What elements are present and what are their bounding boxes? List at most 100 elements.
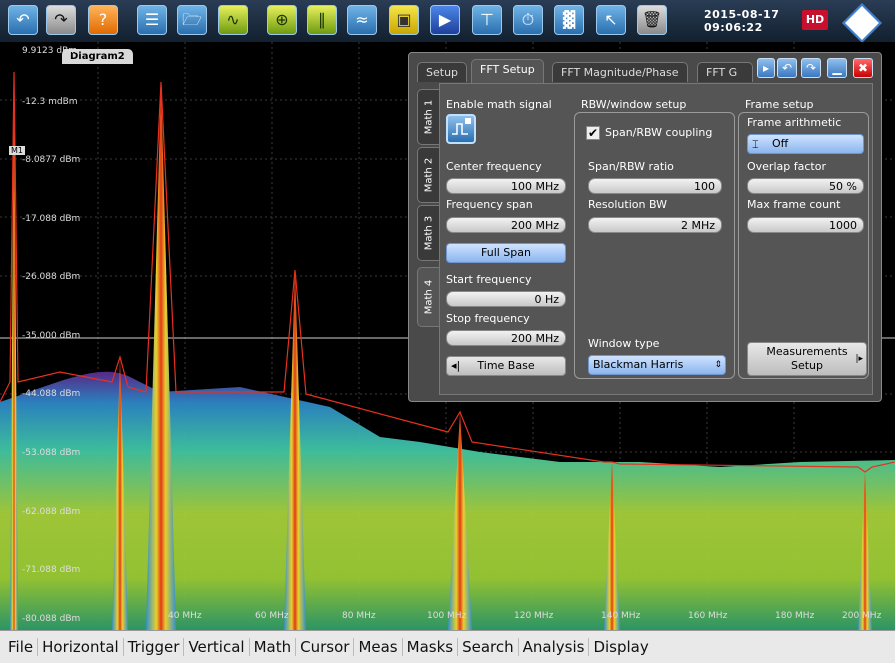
measure-button[interactable]: ▣ (389, 5, 419, 35)
rohde-schwarz-logo (842, 3, 882, 43)
minimize-button[interactable]: ▁ (827, 58, 847, 78)
menu-math[interactable]: Math (250, 638, 297, 656)
fft-button[interactable]: ▓ (554, 5, 584, 35)
resolution-bw-label: Resolution BW (588, 198, 668, 211)
max-frame-count-field[interactable]: 1000 (747, 217, 864, 233)
enable-math-label: Enable math signal (446, 98, 552, 111)
play-icon: ▶ (438, 10, 452, 29)
y-tick-label: -53.088 dBm (22, 448, 81, 458)
tab-fft-gating[interactable]: FFT G (697, 62, 753, 82)
help-button[interactable]: ? (88, 5, 118, 35)
start-frequency-label: Start frequency (446, 273, 532, 286)
play-button[interactable]: ▶ (430, 5, 460, 35)
dialog-redo-button[interactable]: ↷ (801, 58, 821, 78)
marker-m1[interactable]: M1 (9, 146, 25, 155)
waveform-button[interactable]: ∿ (218, 5, 248, 35)
frame-arithmetic-select[interactable]: ⌶ Off (747, 134, 864, 154)
center-frequency-label: Center frequency (446, 160, 542, 173)
y-tick-label: -17.088 dBm (22, 214, 81, 224)
tab-setup[interactable]: Setup (417, 62, 468, 82)
measurements-setup-button[interactable]: Measurements Setup |▸ (747, 342, 867, 376)
enable-math-toggle[interactable] (446, 114, 476, 144)
stop-frequency-field[interactable]: 200 MHz (446, 330, 566, 346)
y-tick-label: -62.088 dBm (22, 507, 81, 517)
y-tick-label: -26.088 dBm (22, 272, 81, 282)
window-type-value: Blackman Harris (593, 358, 684, 371)
frame-arithmetic-icon: ⌶ (752, 138, 759, 151)
time-base-label: Time Base (477, 359, 535, 372)
marker-button[interactable]: ⊤ (472, 5, 502, 35)
delete-button[interactable]: 🗑 (637, 5, 667, 35)
tab-scroll-button[interactable]: ▸ (757, 58, 775, 78)
waveform-icon: ∿ (226, 10, 240, 29)
zoom-button[interactable]: ⊕ (267, 5, 297, 35)
math-waveform-button[interactable]: ≈ (347, 5, 377, 35)
frequency-span-label: Frequency span (446, 198, 533, 211)
redo-button[interactable]: ↷ (46, 5, 76, 35)
list-icon: ☰ (144, 10, 160, 29)
menu-file[interactable]: File (4, 638, 39, 656)
math-tab-label: Math 2 (423, 157, 434, 193)
close-button[interactable]: ✖ (853, 58, 873, 78)
window-type-select[interactable]: Blackman Harris ⇕ (588, 355, 726, 375)
stop-frequency-label: Stop frequency (446, 312, 530, 325)
menu-cursor[interactable]: Cursor (296, 638, 355, 656)
menu-display[interactable]: Display (589, 638, 652, 656)
start-frequency-field[interactable]: 0 Hz (446, 291, 566, 307)
tab-math-2[interactable]: Math 2 (417, 147, 439, 203)
tab-fft-magnitude-phase[interactable]: FFT Magnitude/Phase (552, 62, 688, 82)
datetime: 2015-08-17 09:06:22 (704, 8, 779, 34)
span-rbw-coupling-checkbox[interactable]: ✔ (586, 126, 600, 140)
x-tick-label: 60 MHz (255, 611, 289, 621)
timer-button[interactable]: ⏱ (513, 5, 543, 35)
toolbar: ↶ ↷ ? ☰ 🗁 ∿ ⊕ ∥ ≈ ▣ ▶ ⊤ ⏱ ▓ ↖ 🗑 2015-08-… (0, 0, 895, 43)
span-rbw-ratio-label: Span/RBW ratio (588, 160, 674, 173)
y-tick-label: -80.088 dBm (22, 614, 81, 624)
y-tick-label: -44.088 dBm (22, 389, 81, 399)
center-frequency-field[interactable]: 100 MHz (446, 178, 566, 194)
y-tick-label: -12.3 mdBm (22, 97, 78, 107)
redo-icon: ↷ (805, 61, 817, 75)
y-tick-label: -8.0877 dBm (22, 155, 81, 165)
time-text: 09:06:22 (704, 21, 763, 34)
x-tick-label: 80 MHz (342, 611, 376, 621)
hd-badge: HD (802, 10, 828, 30)
menu-meas[interactable]: Meas (354, 638, 403, 656)
setup-list-button[interactable]: ☰ (137, 5, 167, 35)
x-tick-label: 40 MHz (168, 611, 202, 621)
arrow-left-icon: ◂| (451, 359, 461, 372)
undo-button[interactable]: ↶ (8, 5, 38, 35)
full-span-button[interactable]: Full Span (446, 243, 566, 263)
menu-horizontal[interactable]: Horizontal (38, 638, 124, 656)
cursor-tool-button[interactable]: ∥ (307, 5, 337, 35)
minimize-icon: ▁ (832, 61, 842, 75)
tab-math-1[interactable]: Math 1 (417, 89, 439, 145)
undo-icon: ↶ (781, 61, 793, 75)
tab-math-3[interactable]: Math 3 (417, 205, 439, 261)
pointer-button[interactable]: ↖ (596, 5, 626, 35)
open-folder-button[interactable]: 🗁 (177, 5, 207, 35)
trash-icon: 🗑 (641, 10, 663, 29)
menu-trigger[interactable]: Trigger (124, 638, 185, 656)
help-icon: ? (98, 10, 108, 29)
tab-fft-setup[interactable]: FFT Setup (471, 59, 544, 83)
resolution-bw-field[interactable]: 2 MHz (588, 217, 722, 233)
overlap-factor-label: Overlap factor (747, 160, 826, 173)
menu-vertical[interactable]: Vertical (184, 638, 250, 656)
frequency-span-field[interactable]: 200 MHz (446, 217, 566, 233)
time-base-button[interactable]: ◂| Time Base (446, 356, 566, 376)
menu-analysis[interactable]: Analysis (519, 638, 590, 656)
span-rbw-ratio-field[interactable]: 100 (588, 178, 722, 194)
menu-search[interactable]: Search (458, 638, 519, 656)
x-tick-label: 180 MHz (775, 611, 815, 621)
checkmark-icon: ✔ (587, 126, 599, 140)
overlap-factor-field[interactable]: 50 % (747, 178, 864, 194)
timer-icon: ⏱ (521, 10, 535, 29)
math-waveform-icon: ≈ (355, 10, 369, 29)
x-tick-label: 160 MHz (688, 611, 728, 621)
fft-setup-dialog: Setup FFT Setup FFT Magnitude/Phase FFT … (408, 52, 882, 402)
dialog-undo-button[interactable]: ↶ (777, 58, 797, 78)
menu-masks[interactable]: Masks (403, 638, 459, 656)
y-tick-label: 9.9123 dBm (22, 46, 78, 56)
tab-math-4[interactable]: Math 4 (417, 267, 439, 327)
